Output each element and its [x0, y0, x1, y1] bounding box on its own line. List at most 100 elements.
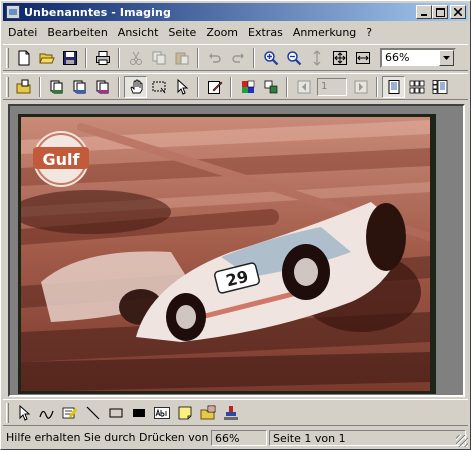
zoom-dropdown-button[interactable] [439, 49, 454, 66]
save-button[interactable] [58, 47, 81, 69]
scan-insert-icon [96, 80, 109, 93]
zoom-out-icon [286, 50, 301, 65]
select-image-button[interactable] [147, 76, 170, 98]
menu-datei[interactable]: Datei [3, 26, 42, 39]
hollow-rectangle-button[interactable] [104, 402, 127, 424]
highlighter-icon [62, 407, 77, 418]
zoom-fit-height-button[interactable] [305, 47, 328, 69]
next-page-icon [354, 80, 367, 93]
open-button[interactable] [35, 47, 58, 69]
fit-height-icon [313, 49, 320, 66]
menu-bearbeiten[interactable]: Bearbeiten [42, 26, 112, 39]
menu-bar: Datei Bearbeiten Ansicht Seite Zoom Extr… [3, 23, 468, 42]
annotation-toolbar-button[interactable] [203, 76, 226, 98]
zoom-out-button[interactable] [282, 47, 305, 69]
page-number-field[interactable]: 1 [317, 77, 347, 96]
print-button[interactable] [91, 47, 114, 69]
paste-clipboard-icon [175, 52, 188, 64]
toolbar-separator [230, 76, 232, 97]
text-from-file-button[interactable] [196, 402, 219, 424]
best-fit-button[interactable] [328, 47, 351, 69]
new-button[interactable] [12, 47, 35, 69]
menu-zoom[interactable]: Zoom [201, 26, 243, 39]
toolbar-separator [197, 47, 199, 68]
menu-help[interactable]: ? [361, 26, 377, 39]
toolbar-grip[interactable] [6, 402, 9, 423]
fit-width-button[interactable] [351, 47, 374, 69]
rotate-left-button[interactable] [236, 76, 259, 98]
annotation-pointer-button[interactable] [12, 402, 35, 424]
toolbar-separator [286, 76, 288, 97]
freehand-line-button[interactable] [35, 402, 58, 424]
app-window: Unbenanntes - Imaging Datei Bearbeiten A… [0, 0, 471, 450]
status-bar: Hilfe erhalten Sie durch Drücken von F1.… [3, 429, 468, 447]
pointer-arrow-icon [19, 404, 30, 421]
toolbar-grip[interactable] [6, 47, 9, 68]
zoom-in-button[interactable] [259, 47, 282, 69]
one-page-view-button[interactable] [382, 75, 405, 98]
menu-anmerkung[interactable]: Anmerkung [288, 26, 361, 39]
menu-ansicht[interactable]: Ansicht [113, 26, 164, 39]
toolbar-separator [197, 76, 199, 97]
toolbar-grip[interactable] [6, 76, 9, 97]
menu-seite[interactable]: Seite [163, 26, 201, 39]
text-from-file-icon [200, 405, 215, 419]
annotation-select-button[interactable] [170, 76, 193, 98]
zoom-value: 66% [385, 51, 410, 64]
rubber-stamp-button[interactable] [219, 402, 242, 424]
toolbar-separator [118, 47, 120, 68]
rotate-left-icon [241, 80, 254, 93]
page-thumbnail-view-button[interactable] [428, 76, 451, 98]
rotate-right-button[interactable] [259, 76, 282, 98]
paste-button[interactable] [170, 47, 193, 69]
imaging-toolbar: 1 [3, 73, 468, 100]
document-canvas[interactable]: 29 Gulf [8, 104, 465, 397]
scan-button[interactable] [45, 76, 68, 98]
chevron-down-icon [443, 55, 450, 60]
image-page: 29 Gulf [18, 114, 436, 394]
straight-line-icon [86, 406, 99, 419]
scan-open-button[interactable] [12, 76, 35, 98]
next-page-button[interactable] [349, 76, 372, 98]
toolbar-separator [118, 76, 120, 97]
scan-pages-icon [50, 80, 63, 93]
typed-text-button[interactable] [150, 402, 173, 424]
text-icon [153, 406, 170, 419]
freehand-line-icon [38, 410, 54, 419]
status-page: Seite 1 von 1 [269, 430, 466, 446]
thumbnail-view-button[interactable] [405, 76, 428, 98]
cut-button[interactable] [124, 47, 147, 69]
zoom-combo[interactable]: 66% [380, 47, 456, 68]
previous-page-button[interactable] [292, 76, 315, 98]
undo-button[interactable] [203, 47, 226, 69]
undo-icon [208, 52, 221, 63]
app-icon[interactable] [6, 5, 20, 19]
toolbar-separator [376, 76, 378, 97]
copy-button[interactable] [147, 47, 170, 69]
open-image-icon [16, 79, 30, 93]
scan-new-icon [73, 80, 86, 93]
straight-line-button[interactable] [81, 402, 104, 424]
highlighter-button[interactable] [58, 402, 81, 424]
title-bar[interactable]: Unbenanntes - Imaging [3, 3, 468, 21]
scan-insert-button[interactable] [91, 76, 114, 98]
scan-new-button[interactable] [68, 76, 91, 98]
rotate-right-icon [264, 80, 277, 93]
redo-button[interactable] [226, 47, 249, 69]
filled-rectangle-icon [132, 408, 145, 417]
menu-extras[interactable]: Extras [243, 26, 288, 39]
thumbnail-view-icon [409, 80, 424, 93]
resize-grip[interactable] [456, 435, 468, 447]
attach-a-note-button[interactable] [173, 402, 196, 424]
drag-tool-button[interactable] [124, 75, 147, 98]
selection-rectangle-icon [152, 81, 165, 93]
close-button[interactable] [450, 5, 466, 19]
save-disk-icon [62, 50, 77, 65]
racing-car-photo[interactable]: 29 Gulf [21, 117, 430, 391]
status-help-text: Hilfe erhalten Sie durch Drücken von F1. [6, 431, 209, 444]
minimize-button[interactable] [416, 5, 432, 19]
best-fit-icon [332, 50, 347, 65]
filled-rectangle-button[interactable] [127, 402, 150, 424]
toolbar-separator [253, 47, 255, 68]
maximize-button[interactable] [432, 5, 448, 19]
